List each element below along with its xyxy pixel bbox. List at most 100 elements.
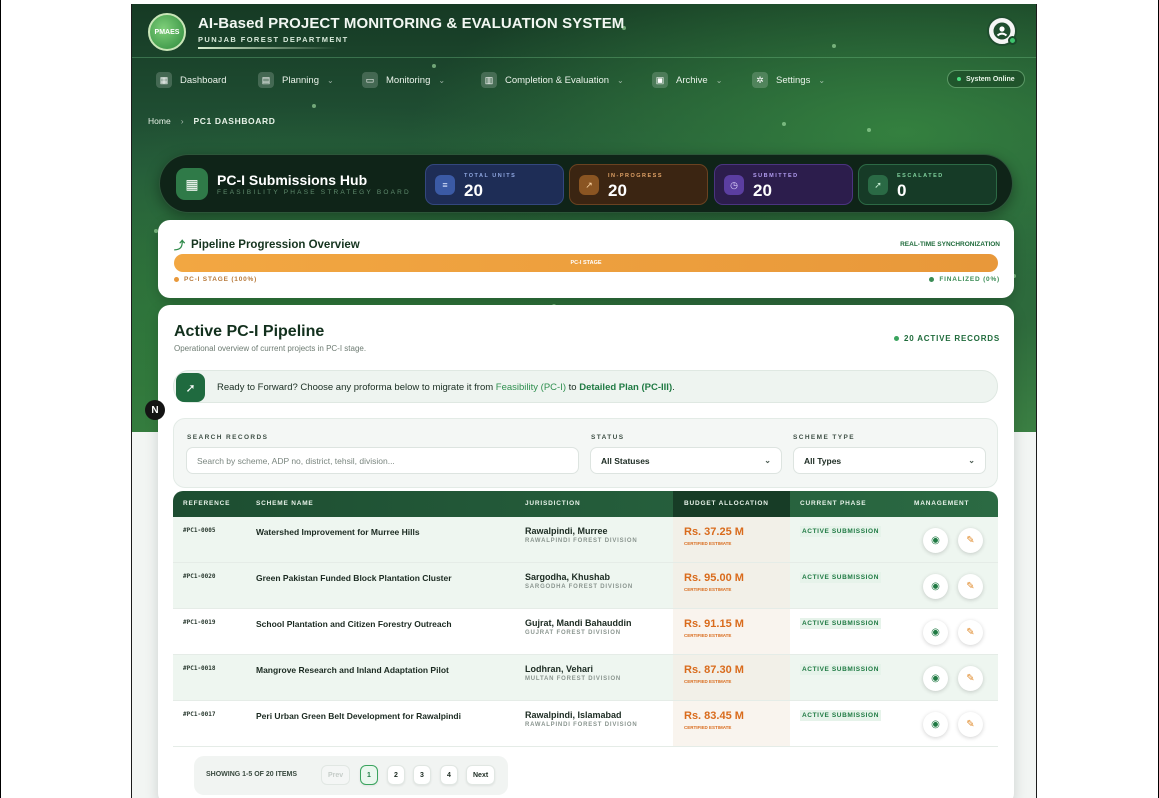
view-button[interactable]: ◉ [923, 528, 948, 553]
table-row[interactable]: #PC1-0019 School Plantation and Citizen … [173, 609, 998, 655]
row-budget: Rs. 91.15 M [684, 618, 744, 630]
system-status-text: System Online [966, 75, 1015, 83]
stat-label: IN-PROGRESS [608, 173, 664, 179]
forward-text: Ready to Forward? Choose any proforma be… [217, 382, 675, 393]
budget-cell-bg [673, 563, 790, 608]
status-dot [957, 77, 961, 81]
row-jurisdiction: Rawalpindi, Murree [525, 526, 608, 536]
active-records-text: 20 ACTIVE RECORDS [904, 334, 1000, 343]
page-title: Active PC-I Pipeline [174, 323, 325, 340]
view-button[interactable]: ◉ [923, 574, 948, 599]
chevron-down-icon: ⌄ [715, 75, 723, 85]
table-row[interactable]: #PC1-0005 Watershed Improvement for Murr… [173, 517, 998, 563]
edit-button[interactable]: ✎ [958, 712, 983, 737]
nav-archive[interactable]: ▣ Archive ⌄ [652, 69, 722, 91]
dev-tools-badge[interactable]: N [145, 400, 165, 420]
progress-label: PC-I STAGE [570, 260, 602, 266]
app-frame: PMAES AI-Based PROJECT MONITORING & EVAL… [131, 4, 1037, 798]
progress-track: PC-I STAGE [174, 254, 998, 272]
nav-label: Settings [776, 74, 811, 86]
app-logo[interactable]: PMAES [148, 13, 186, 51]
status-dot [894, 336, 899, 341]
dashboard-icon: ▦ [176, 168, 208, 200]
user-avatar[interactable] [987, 16, 1017, 46]
nav-settings[interactable]: ✲ Settings ⌄ [752, 69, 825, 91]
row-jurisdiction: Gujrat, Mandi Bahauddin [525, 618, 632, 628]
stat-in-progress: ↗ IN-PROGRESS 20 [569, 164, 708, 205]
search-input[interactable]: Search by scheme, ADP no, district, tehs… [186, 447, 579, 474]
col-scheme-name: SCHEME NAME [256, 500, 314, 507]
nav-label: Dashboard [180, 74, 227, 86]
main-nav: ▦ Dashboard ▤ Planning ⌄ ▭ Monitoring ⌄ … [132, 67, 1036, 95]
budget-cell-bg [673, 609, 790, 654]
stat-total-units: ≡ TOTAL UNITS 20 [425, 164, 564, 205]
chevron-down-icon: ⌄ [818, 75, 826, 85]
view-button[interactable]: ◉ [923, 666, 948, 691]
row-jurisdiction: Sargodha, Khushab [525, 572, 611, 582]
edit-button[interactable]: ✎ [958, 666, 983, 691]
view-button[interactable]: ◉ [923, 620, 948, 645]
row-division: MULTAN FOREST DIVISION [525, 676, 622, 682]
prev-button[interactable]: Prev [321, 765, 351, 785]
chevron-down-icon: ⌄ [764, 456, 771, 465]
edit-button[interactable]: ✎ [958, 620, 983, 645]
hub-subtitle: FEASIBILITY PHASE STRATEGY BOARD [217, 189, 411, 196]
forward-prefix: Ready to Forward? Choose any proforma be… [217, 382, 496, 393]
nav-completion-evaluation[interactable]: ▥ Completion & Evaluation ⌄ [481, 69, 624, 91]
calendar-icon: ▤ [258, 72, 274, 88]
nav-dashboard[interactable]: ▦ Dashboard [156, 69, 226, 91]
table-row[interactable]: #PC1-0018 Mangrove Research and Inland A… [173, 655, 998, 701]
clock-icon: ◷ [724, 175, 744, 195]
view-button[interactable]: ◉ [923, 712, 948, 737]
row-budget: Rs. 83.45 M [684, 710, 744, 722]
eye-icon: ◉ [931, 581, 940, 592]
nav-label: Archive [676, 74, 708, 86]
forward-mid: to [566, 382, 580, 393]
stat-value: 20 [753, 181, 772, 200]
nav-planning[interactable]: ▤ Planning ⌄ [258, 69, 334, 91]
scheme-type-value: All Types [804, 455, 842, 466]
nav-monitoring[interactable]: ▭ Monitoring ⌄ [362, 69, 445, 91]
pencil-icon: ✎ [966, 627, 975, 638]
page-button-1[interactable]: 1 [360, 765, 378, 785]
pipeline-table: REFERENCE SCHEME NAME JURISDICTION BUDGE… [173, 491, 998, 757]
system-status-badge: System Online [947, 70, 1025, 88]
breadcrumb-home[interactable]: Home [148, 116, 171, 126]
scheme-type-select[interactable]: All Types ⌄ [793, 447, 986, 474]
stat-value: 0 [897, 181, 907, 200]
row-scheme-name: Watershed Improvement for Murree Hills [256, 527, 420, 537]
eye-icon: ◉ [931, 627, 940, 638]
next-button[interactable]: Next [466, 765, 496, 785]
row-budget-note: CERTIFIED ESTIMATE [684, 587, 732, 592]
stat-value: 20 [608, 181, 627, 200]
row-division: RAWALPINDI FOREST DIVISION [525, 538, 638, 544]
chart-icon: ▥ [481, 72, 497, 88]
stat-escalated: ➚ ESCALATED 0 [858, 164, 997, 205]
page-subtitle: Operational overview of current projects… [174, 344, 367, 353]
col-phase: CURRENT PHASE [800, 500, 867, 507]
nav-label: Completion & Evaluation [505, 74, 610, 86]
grid-icon: ▦ [156, 72, 172, 88]
edit-button[interactable]: ✎ [958, 574, 983, 599]
page-button-4[interactable]: 4 [440, 765, 458, 785]
table-row[interactable]: #PC1-0017 Peri Urban Green Belt Developm… [173, 701, 998, 747]
eye-icon: ◉ [931, 719, 940, 730]
page-button-2[interactable]: 2 [387, 765, 405, 785]
page-button-3[interactable]: 3 [413, 765, 431, 785]
pagination: SHOWING 1-5 OF 20 ITEMS Prev 1 2 3 4 Nex… [194, 756, 508, 795]
forward-from: Feasibility (PC-I) [495, 382, 566, 393]
status-select[interactable]: All Statuses ⌄ [590, 447, 782, 474]
stat-label: TOTAL UNITS [464, 173, 517, 179]
hub-title: PC-I Submissions Hub [217, 172, 368, 188]
table-row[interactable]: #PC1-0020 Green Pakistan Funded Block Pl… [173, 563, 998, 609]
row-reference: #PC1-0019 [183, 619, 216, 626]
stat-submitted: ◷ SUBMITTED 20 [714, 164, 853, 205]
row-division: GUJRAT FOREST DIVISION [525, 630, 621, 636]
edit-button[interactable]: ✎ [958, 528, 983, 553]
row-reference: #PC1-0005 [183, 527, 216, 534]
nav-label: Planning [282, 74, 319, 86]
row-scheme-name: School Plantation and Citizen Forestry O… [256, 619, 452, 629]
stage-dot [174, 277, 179, 282]
chevron-down-icon: ⌄ [438, 75, 446, 85]
eye-icon: ◉ [931, 535, 940, 546]
